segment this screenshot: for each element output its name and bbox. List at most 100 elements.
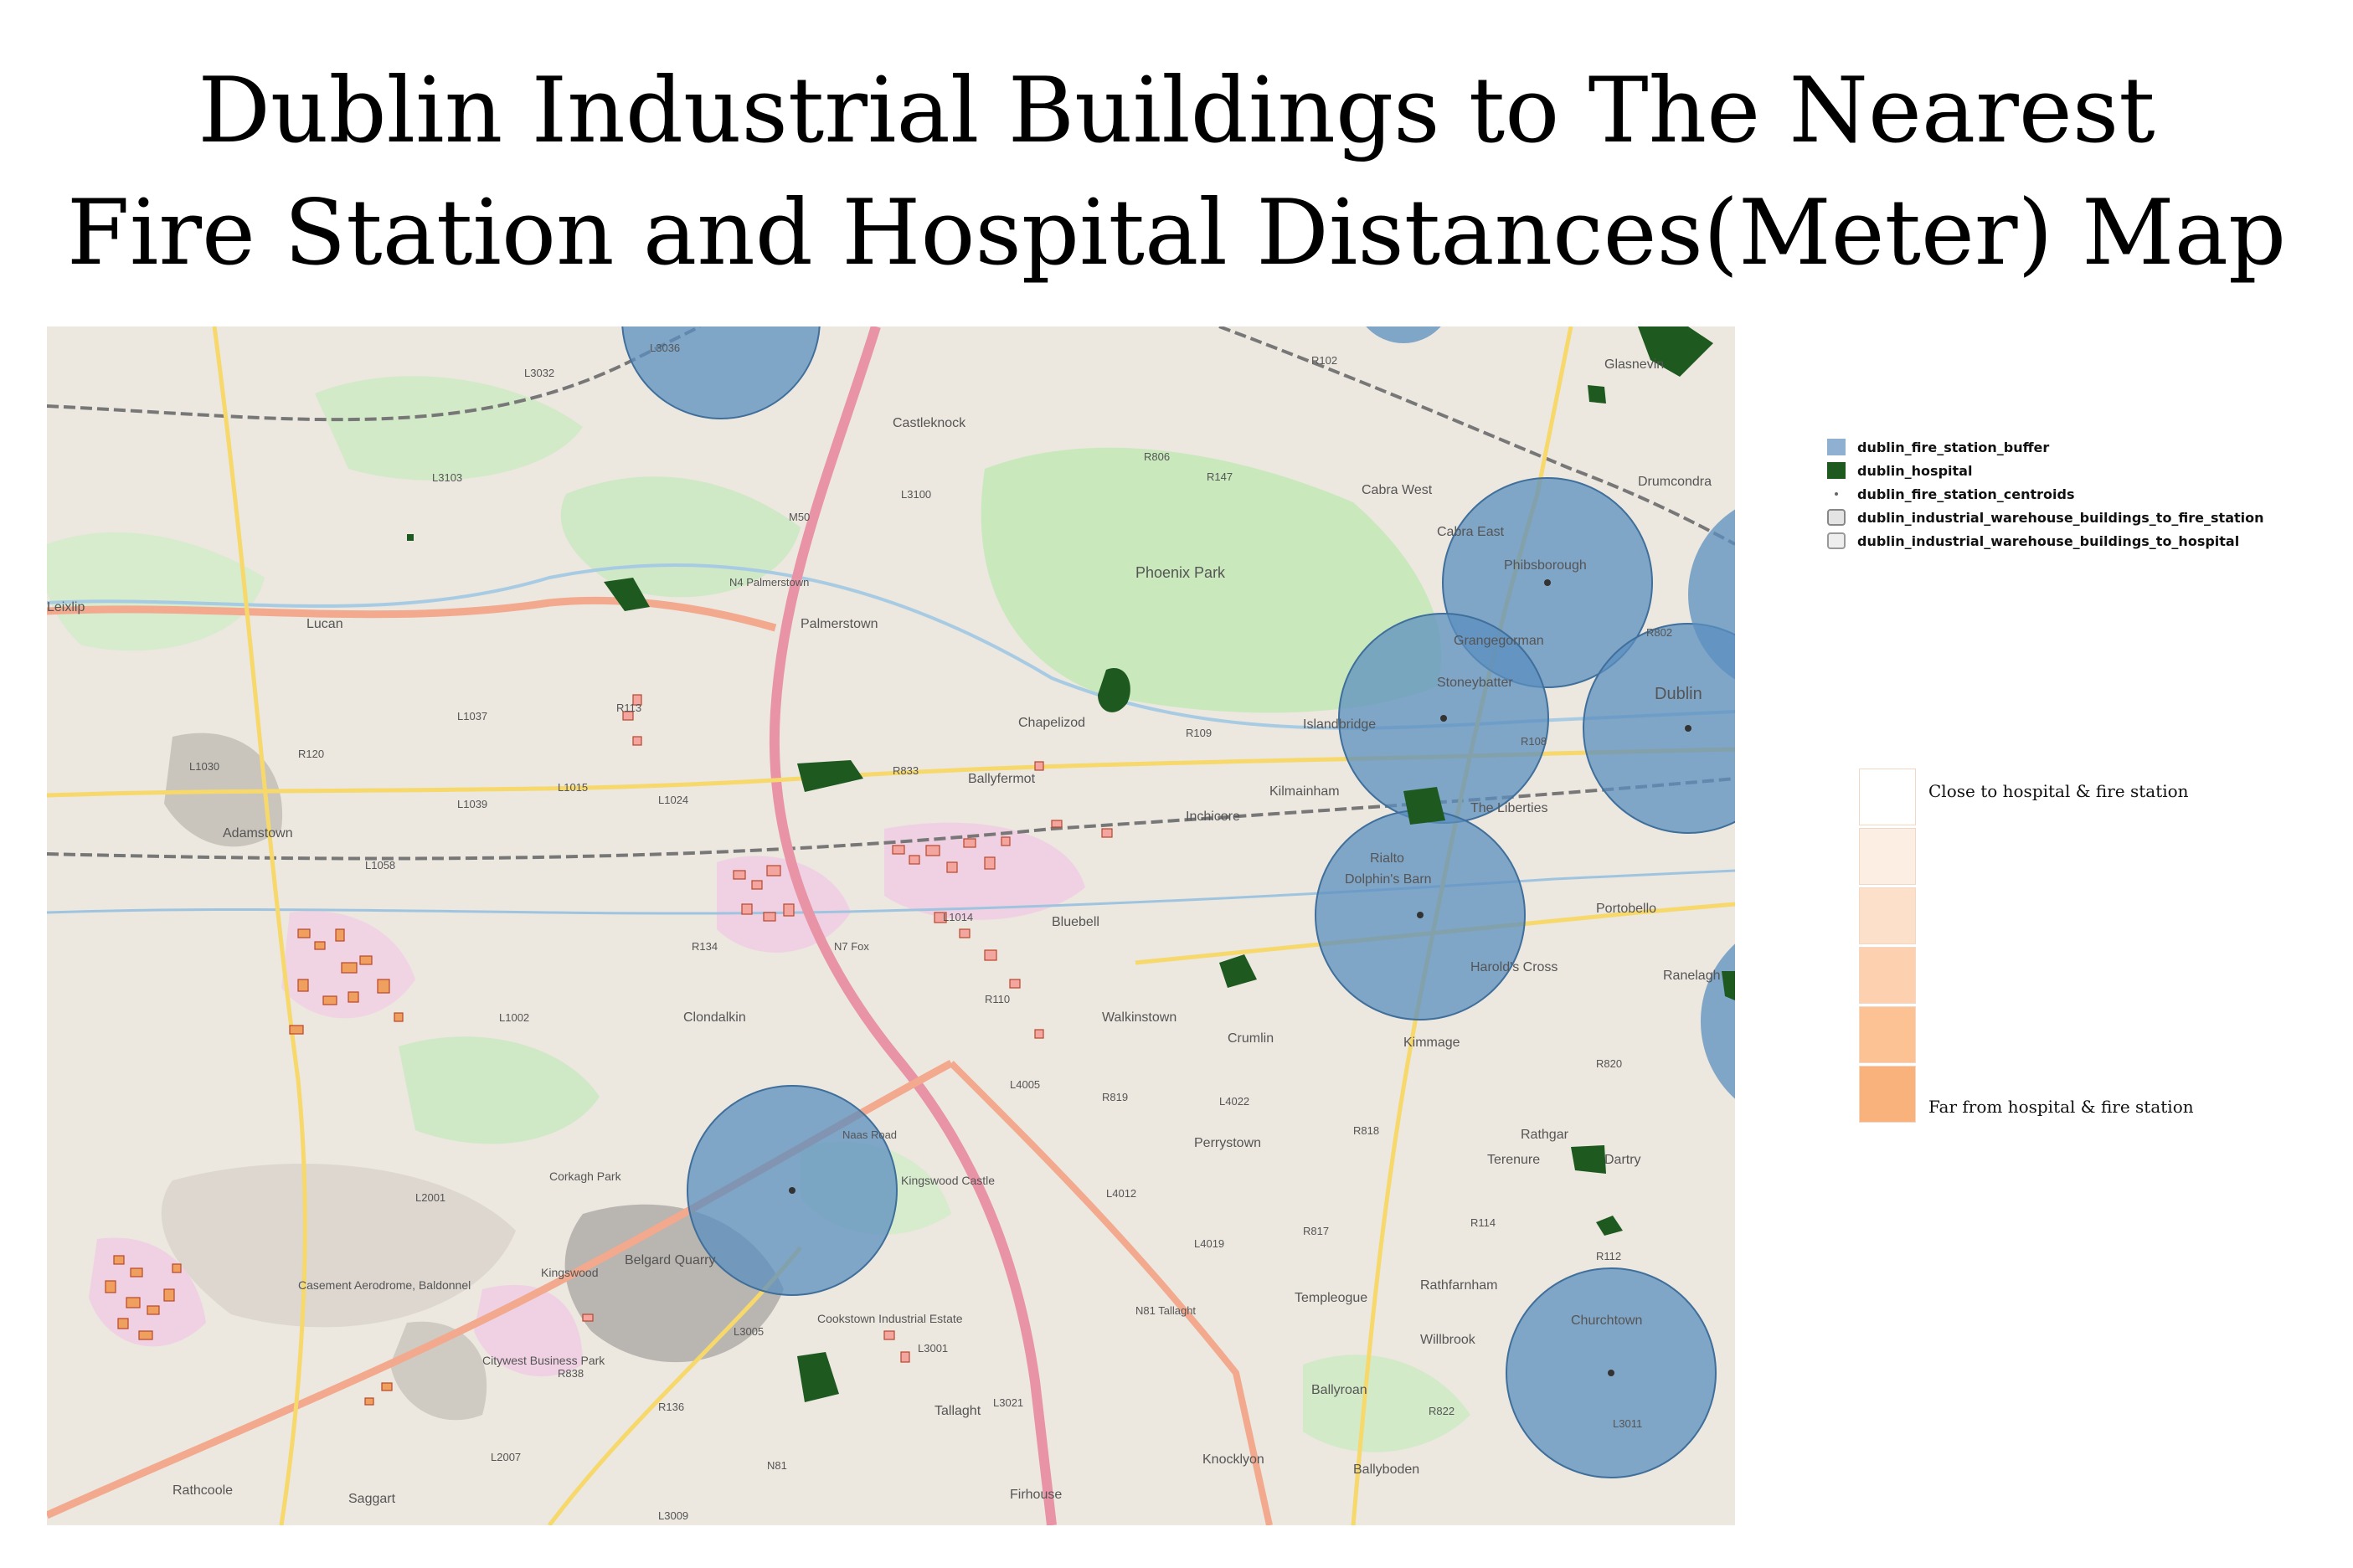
- place-label: Rathcoole: [172, 1483, 233, 1498]
- road-label: R833: [893, 764, 919, 777]
- place-label: Templeogue: [1295, 1291, 1367, 1305]
- place-label: Casement Aerodrome, Baldonnel: [298, 1278, 471, 1292]
- road-label: R820: [1596, 1057, 1622, 1070]
- legend-label: dublin_fire_station_buffer: [1857, 439, 2050, 455]
- road-label: R114: [1470, 1216, 1496, 1229]
- road-label: R108: [1521, 735, 1547, 748]
- place-label: Palmerstown: [801, 617, 878, 631]
- gradient-class-6: Far from hospital & fire station: [1859, 1066, 2194, 1123]
- place-label: Chapelizod: [1018, 716, 1085, 730]
- road-label: L3001: [918, 1342, 948, 1355]
- place-label: Knocklyon: [1202, 1452, 1264, 1467]
- place-label: Inchicore: [1186, 810, 1240, 824]
- place-label: Glasnevin: [1604, 357, 1664, 372]
- fire-station-centroid: [1417, 912, 1424, 918]
- place-label: Portobello: [1596, 902, 1656, 916]
- buildings-to-hospital-swatch: [1827, 532, 1846, 549]
- place-label: Firhouse: [1010, 1488, 1062, 1502]
- legend-label: dublin_industrial_warehouse_buildings_to…: [1857, 509, 2264, 526]
- road-label: L3021: [993, 1396, 1023, 1409]
- road-label: L4012: [1106, 1187, 1136, 1200]
- gradient-class-4: [1859, 947, 1916, 1004]
- place-label: Kilmainham: [1269, 784, 1340, 799]
- place-label: Leixlip: [47, 600, 85, 614]
- map-title: Dublin Industrial Buildings to The Neare…: [0, 50, 2353, 295]
- place-label: Dartry: [1604, 1153, 1641, 1167]
- fire-station-centroid: [1440, 715, 1447, 722]
- basemap: Castleknock Cabra West Cabra East Phibsb…: [47, 326, 1735, 1525]
- road-label: R102: [1311, 354, 1337, 367]
- road-label: R120: [298, 748, 324, 760]
- road-label: L1024: [658, 794, 688, 806]
- road-label: Naas Road: [842, 1128, 897, 1141]
- road-label: L1058: [365, 859, 395, 871]
- place-label: Adamstown: [223, 826, 293, 841]
- gradient-class-1: Close to hospital & fire station: [1859, 769, 2189, 825]
- road-label: L3009: [658, 1509, 688, 1522]
- legend-item-fire-station-centroids: dublin_fire_station_centroids: [1827, 482, 2264, 506]
- road-label: R822: [1429, 1405, 1455, 1417]
- place-label: Terenure: [1487, 1153, 1540, 1167]
- road-label: L4005: [1010, 1078, 1040, 1091]
- place-label: Clondalkin: [683, 1010, 746, 1025]
- distance-gradient-legend: Close to hospital & fire station Far fro…: [1859, 769, 2194, 1125]
- place-label: Belgard Quarry: [625, 1253, 716, 1267]
- title-line-2: Fire Station and Hospital Distances(Mete…: [66, 181, 2287, 285]
- road-label: L3011: [1613, 1417, 1642, 1430]
- place-label: Corkagh Park: [549, 1170, 622, 1183]
- place-label: Grangegorman: [1454, 634, 1544, 648]
- place-label: Harold's Cross: [1470, 960, 1558, 974]
- road-label: L3032: [524, 367, 554, 379]
- hospital: [1588, 385, 1606, 404]
- legend-item-fire-station-buffer: dublin_fire_station_buffer: [1827, 435, 2264, 459]
- road-label: R134: [692, 940, 718, 953]
- road-label: L3100: [901, 488, 931, 501]
- place-label: Phoenix Park: [1135, 564, 1226, 581]
- road-label: L3103: [432, 471, 462, 484]
- place-label: Bluebell: [1052, 915, 1099, 929]
- place-label: Churchtown: [1571, 1314, 1642, 1328]
- place-label: Dublin: [1655, 685, 1702, 703]
- road-label: N81: [767, 1459, 787, 1472]
- road-label: L1037: [457, 710, 487, 722]
- place-label: Drumcondra: [1638, 475, 1712, 489]
- fire-station-buffer-swatch: [1827, 439, 1846, 455]
- road-label: N7 Fox: [834, 940, 869, 953]
- place-label: Willbrook: [1420, 1333, 1476, 1347]
- road-label: R817: [1303, 1225, 1329, 1237]
- road-label: L4022: [1219, 1095, 1249, 1108]
- place-label: Tallaght: [935, 1404, 981, 1418]
- fire-station-centroid: [789, 1187, 795, 1194]
- place-label: Rathfarnham: [1420, 1278, 1498, 1293]
- layer-legend: dublin_fire_station_buffer dublin_hospit…: [1827, 435, 2264, 553]
- place-label: Lucan: [306, 617, 343, 631]
- road-label: R112: [1596, 1250, 1621, 1262]
- map-canvas[interactable]: Castleknock Cabra West Cabra East Phibsb…: [47, 326, 1735, 1525]
- legend-item-buildings-to-fire-station: dublin_industrial_warehouse_buildings_to…: [1827, 506, 2264, 529]
- legend-item-buildings-to-hospital: dublin_industrial_warehouse_buildings_to…: [1827, 529, 2264, 553]
- road-label: L1039: [457, 798, 487, 810]
- place-label: Kimmage: [1403, 1036, 1460, 1050]
- place-label: Kingswood Castle: [901, 1174, 995, 1187]
- road-label: L1015: [558, 781, 588, 794]
- place-label: Citywest Business Park: [482, 1354, 605, 1367]
- road-label: R838: [558, 1367, 584, 1380]
- place-label: Kingswood: [541, 1266, 599, 1279]
- place-label: Ballyboden: [1353, 1463, 1419, 1477]
- place-label: Saggart: [348, 1492, 396, 1506]
- road-label: N4 Palmerstown: [729, 576, 809, 589]
- place-label: Stoneybatter: [1437, 676, 1513, 690]
- fire-station-centroid: [1608, 1370, 1614, 1376]
- place-label: Ballyroan: [1311, 1383, 1367, 1397]
- road-label: L2001: [415, 1191, 445, 1204]
- gradient-class-5: [1859, 1006, 1916, 1063]
- hospital: [407, 534, 414, 541]
- road-label: R136: [658, 1401, 684, 1413]
- gradient-label-far: Far from hospital & fire station: [1928, 1097, 2194, 1117]
- place-label: Rathgar: [1521, 1128, 1569, 1142]
- road-label: R147: [1207, 470, 1233, 483]
- legend-item-hospital: dublin_hospital: [1827, 459, 2264, 482]
- road-label: L1014: [943, 911, 973, 923]
- road-label: L1002: [499, 1011, 529, 1024]
- fire-station-centroid: [1685, 725, 1691, 732]
